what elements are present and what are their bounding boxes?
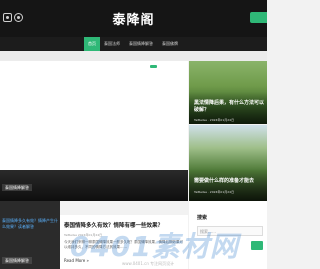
watermark-sub: www.0401.cn 专注网页设计 [122, 261, 175, 266]
date: 2024年01月24日 [209, 190, 235, 194]
main-nav: 首页 泰国法师 泰国情降解答 泰国佛牌 [0, 37, 267, 51]
featured-card-1-title[interactable]: 黑法情降后果，有什么方法可以破解？ [194, 100, 264, 114]
search-button[interactable] [251, 241, 263, 250]
spacer [0, 51, 267, 61]
site-title[interactable]: 泰降阁 [0, 9, 267, 28]
featured-card-1-meta: TaiBeiGe · 2024年01月24日 [194, 118, 235, 122]
featured-card-2-title[interactable]: 需要做什么样的准备才能去 [194, 178, 264, 185]
slider-indicator[interactable] [150, 65, 157, 68]
search-toggle-button[interactable] [250, 12, 267, 23]
featured-card-1[interactable] [189, 61, 267, 124]
nav-item-answers[interactable]: 泰国情降解答 [125, 37, 157, 51]
nav-item-home[interactable]: 首页 [84, 37, 100, 51]
author: TaiBeiGe [194, 190, 207, 194]
nav-item-masters[interactable]: 泰国法师 [100, 37, 124, 51]
nav-item-amulets[interactable]: 泰国佛牌 [158, 37, 182, 51]
card-shade [189, 169, 267, 201]
secondary-slide-link[interactable]: 泰国情降多久有效？情降产生什么效果？读者解答 [2, 218, 60, 230]
watermark: 0401素材网 [70, 230, 239, 263]
date: 2024年01月24日 [209, 118, 235, 122]
author: TaiBeiGe [194, 118, 207, 122]
slider-category-tag[interactable]: 泰国情降解答 [2, 184, 32, 191]
search-heading: 搜索 [197, 215, 208, 221]
secondary-slide-tag[interactable]: 泰国情降解答 [2, 257, 32, 264]
featured-card-2-meta: TaiBeiGe · 2024年01月24日 [194, 190, 235, 194]
